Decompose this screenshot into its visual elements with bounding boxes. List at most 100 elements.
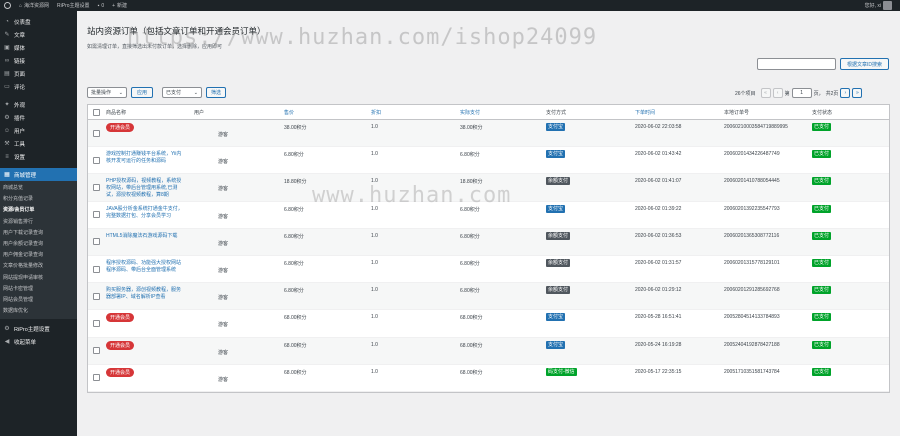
prev-page-button[interactable]: ‹	[772, 88, 783, 98]
comments-link[interactable]: ▪ 0	[94, 0, 109, 11]
select-all-checkbox[interactable]	[93, 108, 100, 116]
menu-item-label: RiPro主题设置	[14, 326, 50, 333]
col-price[interactable]: 售价	[284, 109, 294, 116]
product-link[interactable]: 游戏控制打通赚钱平台系统，Yii内核开发可运行的任务和源码	[106, 151, 181, 164]
submenu-item[interactable]: 网站会员管理	[0, 295, 77, 306]
submenu-item[interactable]: 资源/会员订单	[0, 205, 77, 216]
col-time[interactable]: 下单时间	[635, 109, 655, 116]
row-checkbox[interactable]	[93, 156, 100, 164]
status-badge: 已支付	[812, 340, 832, 349]
account-menu[interactable]: 您好, xi	[861, 0, 900, 11]
col-name: 商品名称	[106, 109, 127, 116]
comment-icon: ▭	[4, 84, 10, 90]
site-name-link[interactable]: ⌂ 海洋资源网	[15, 0, 53, 11]
row-checkbox[interactable]	[93, 347, 100, 355]
submenu-item[interactable]: 积分充值记录	[0, 194, 77, 205]
table-row: JAVA股分析金系统打通金牛支付，完整数据打包、分享会员学习 游客 6.80积分 1.…	[88, 202, 889, 229]
wordpress-logo[interactable]	[0, 0, 15, 11]
menu-item-appearance[interactable]: ✦ 外观	[0, 98, 77, 111]
discount-cell: 1.0	[371, 178, 378, 185]
submenu-item[interactable]: 用户下载记录查询	[0, 228, 77, 239]
status-filter-select[interactable]: 已支付 ⌄	[162, 87, 202, 98]
new-content-link[interactable]: + 新建	[108, 0, 131, 11]
post-id-search-input[interactable]	[757, 58, 836, 70]
next-page-button[interactable]: ›	[840, 88, 851, 98]
submenu-item[interactable]: 网站卡密管理	[0, 284, 77, 295]
product-name-cell: 开通会员	[106, 313, 184, 323]
menu-item-gear[interactable]: ⚙ RiPro主题设置	[0, 322, 77, 335]
submenu-item[interactable]: 资源销售排行	[0, 217, 77, 228]
apply-button[interactable]: 应用	[131, 87, 153, 98]
submenu-item[interactable]: 用户佣金记录查询	[0, 250, 77, 261]
row-checkbox[interactable]	[93, 374, 100, 382]
row-checkbox[interactable]	[93, 129, 100, 137]
menu-item-dashboard[interactable]: ◔ 仪表盘	[0, 15, 77, 28]
user-cell: 游客	[218, 186, 229, 193]
orders-table: 商品名称 用户 售价 折扣 实际支付 支付方式 下单时间 本地订单号 支付状态 …	[87, 104, 890, 393]
admin-sidebar: ◔ 仪表盘 ✎ 文章 ▣ 媒体 ∞ 链接 ▤ 页面 ▭ 评论 ✦ 外观 ⚙ 插件 ☺ 用户 ⚒ 工具 ≡ 设置 ▦ 商城…	[0, 11, 77, 436]
submenu-item[interactable]: 数据库优化	[0, 306, 77, 317]
theme-settings-link[interactable]: RiPro主题设置	[53, 0, 94, 11]
user-cell: 游客	[218, 240, 229, 247]
first-page-button[interactable]: «	[760, 88, 771, 98]
paid-cell: 6.80积分	[460, 260, 480, 267]
row-checkbox[interactable]	[93, 265, 100, 273]
submenu-item[interactable]: 商城总览	[0, 183, 77, 194]
menu-item-link[interactable]: ∞ 链接	[0, 54, 77, 67]
current-page-input[interactable]: 1	[791, 88, 812, 98]
order-number-cell: 20052804514133784893	[724, 314, 780, 321]
menu-item-tools[interactable]: ⚒ 工具	[0, 137, 77, 150]
user-cell: 游客	[218, 267, 229, 274]
user-icon: ☺	[3, 127, 11, 134]
menu-item-store[interactable]: ▦ 商城管理	[0, 168, 77, 181]
submenu-item[interactable]: 网站提现申请审核	[0, 273, 77, 284]
product-name-cell: 开通会员	[106, 340, 184, 350]
row-checkbox[interactable]	[93, 211, 100, 219]
filter-button[interactable]: 筛选	[206, 87, 226, 98]
payment-method-tag: 余额支付	[546, 258, 571, 267]
row-checkbox[interactable]	[93, 183, 100, 191]
menu-item-user[interactable]: ☺ 用户	[0, 124, 77, 137]
payment-method-tag: 余额支付	[546, 177, 571, 186]
menu-item-media[interactable]: ▣ 媒体	[0, 41, 77, 54]
product-link[interactable]: HTML5消除魔法石游戏源码下载	[106, 233, 177, 239]
table-row: 程序授权源码、功能强大授权网站程序源码、带后台全面管理系统 游客 6.80积分 1.0…	[88, 256, 889, 284]
order-number-cell: 20060201291285692768	[724, 287, 780, 294]
bulk-action-select[interactable]: 批量操作 ⌄	[87, 87, 127, 98]
product-link[interactable]: 程序授权源码、功能强大授权网站程序源码、带后台全面管理系统	[106, 260, 181, 273]
product-link[interactable]: 购买服务器，源创视频教程，服务器部署IP、域名解析IP查看	[106, 287, 181, 300]
price-cell: 6.80积分	[284, 260, 304, 267]
status-badge: 已支付	[812, 286, 832, 295]
submenu-item[interactable]: 用户余额记录查询	[0, 239, 77, 250]
product-link[interactable]: PHP授权源码，视频教程，系统授权网站，带后台管理用系统,已测试，源授权视频教程…	[106, 178, 181, 198]
menu-item-settings[interactable]: ≡ 设置	[0, 150, 77, 163]
menu-item-pin[interactable]: ✎ 文章	[0, 28, 77, 41]
vip-badge: 开通会员	[106, 123, 135, 132]
order-time-cell: 2020-06-02 01:43:42	[635, 151, 682, 158]
submenu-item[interactable]: 文章价格批量修改	[0, 261, 77, 272]
page-description: 如需清理订单，直接筛选出未付款订单，选择删除，应用即可	[87, 44, 223, 50]
product-link[interactable]: JAVA股分析金系统打通金牛支付，完整数据打包、分享会员学习	[106, 206, 183, 219]
menu-item-label: 文章	[14, 32, 26, 39]
menu-item-comment[interactable]: ▭ 评论	[0, 80, 77, 93]
row-checkbox[interactable]	[93, 319, 100, 327]
menu-item-page[interactable]: ▤ 页面	[0, 67, 77, 80]
discount-cell: 1.0	[371, 314, 378, 321]
row-checkbox[interactable]	[93, 292, 100, 300]
search-by-post-id-button[interactable]: 根据文章ID搜索	[840, 58, 889, 70]
discount-cell: 1.0	[371, 151, 378, 158]
order-number-cell: 20051710351581743784	[724, 368, 780, 375]
status-badge: 已支付	[812, 123, 832, 131]
payment-method-tag: 余额支付	[546, 286, 571, 295]
col-paid[interactable]: 实际支付	[460, 109, 480, 116]
menu-item-collapse[interactable]: ◀ 收起菜单	[0, 335, 77, 348]
status-badge: 已支付	[812, 177, 832, 186]
row-checkbox[interactable]	[93, 238, 100, 246]
order-number-cell: 20052404192878427188	[724, 341, 780, 348]
menu-item-label: 仪表盘	[14, 19, 31, 26]
last-page-button[interactable]: »	[852, 88, 863, 98]
menu-item-plugin[interactable]: ⚙ 插件	[0, 111, 77, 124]
col-discount[interactable]: 折扣	[371, 109, 381, 116]
order-number-cell: 20060201434226487749	[724, 151, 780, 158]
paid-cell: 6.80积分	[460, 233, 480, 240]
